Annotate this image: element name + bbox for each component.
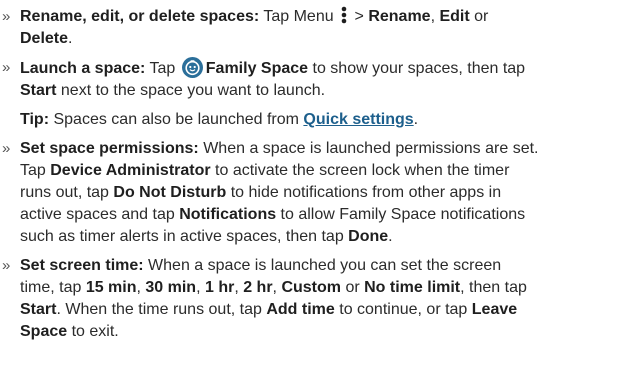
list-item-rename-spaces: » Rename, edit, or delete spaces: Tap Me…: [2, 6, 489, 47]
tip-label: Tip:: [20, 111, 50, 128]
list-item-screen-time: » Set screen time: When a space is launc…: [2, 257, 527, 340]
family-space-app-icon: [181, 57, 203, 78]
tip-paragraph: Tip: Spaces can also be launched from Qu…: [20, 111, 419, 128]
item-title: Rename, edit, or delete spaces:: [20, 8, 260, 25]
vertical-dots-icon: [341, 6, 347, 24]
bullet-marker: »: [2, 140, 11, 157]
item-title: Launch a space:: [20, 60, 146, 77]
item-title: Set screen time:: [20, 257, 144, 274]
bullet-marker: »: [2, 59, 11, 76]
bullet-marker: »: [2, 8, 11, 25]
item-title: Set space permissions:: [20, 140, 199, 157]
list-item-space-permissions: » Set space permissions: When a space is…: [2, 140, 539, 245]
instructions-document: » Rename, edit, or delete spaces: Tap Me…: [0, 0, 621, 343]
quick-settings-link[interactable]: Quick settings: [303, 111, 413, 128]
list-item-launch-space: » Launch a space: Tap Family Space to sh…: [2, 57, 526, 99]
bullet-marker: »: [2, 257, 11, 274]
